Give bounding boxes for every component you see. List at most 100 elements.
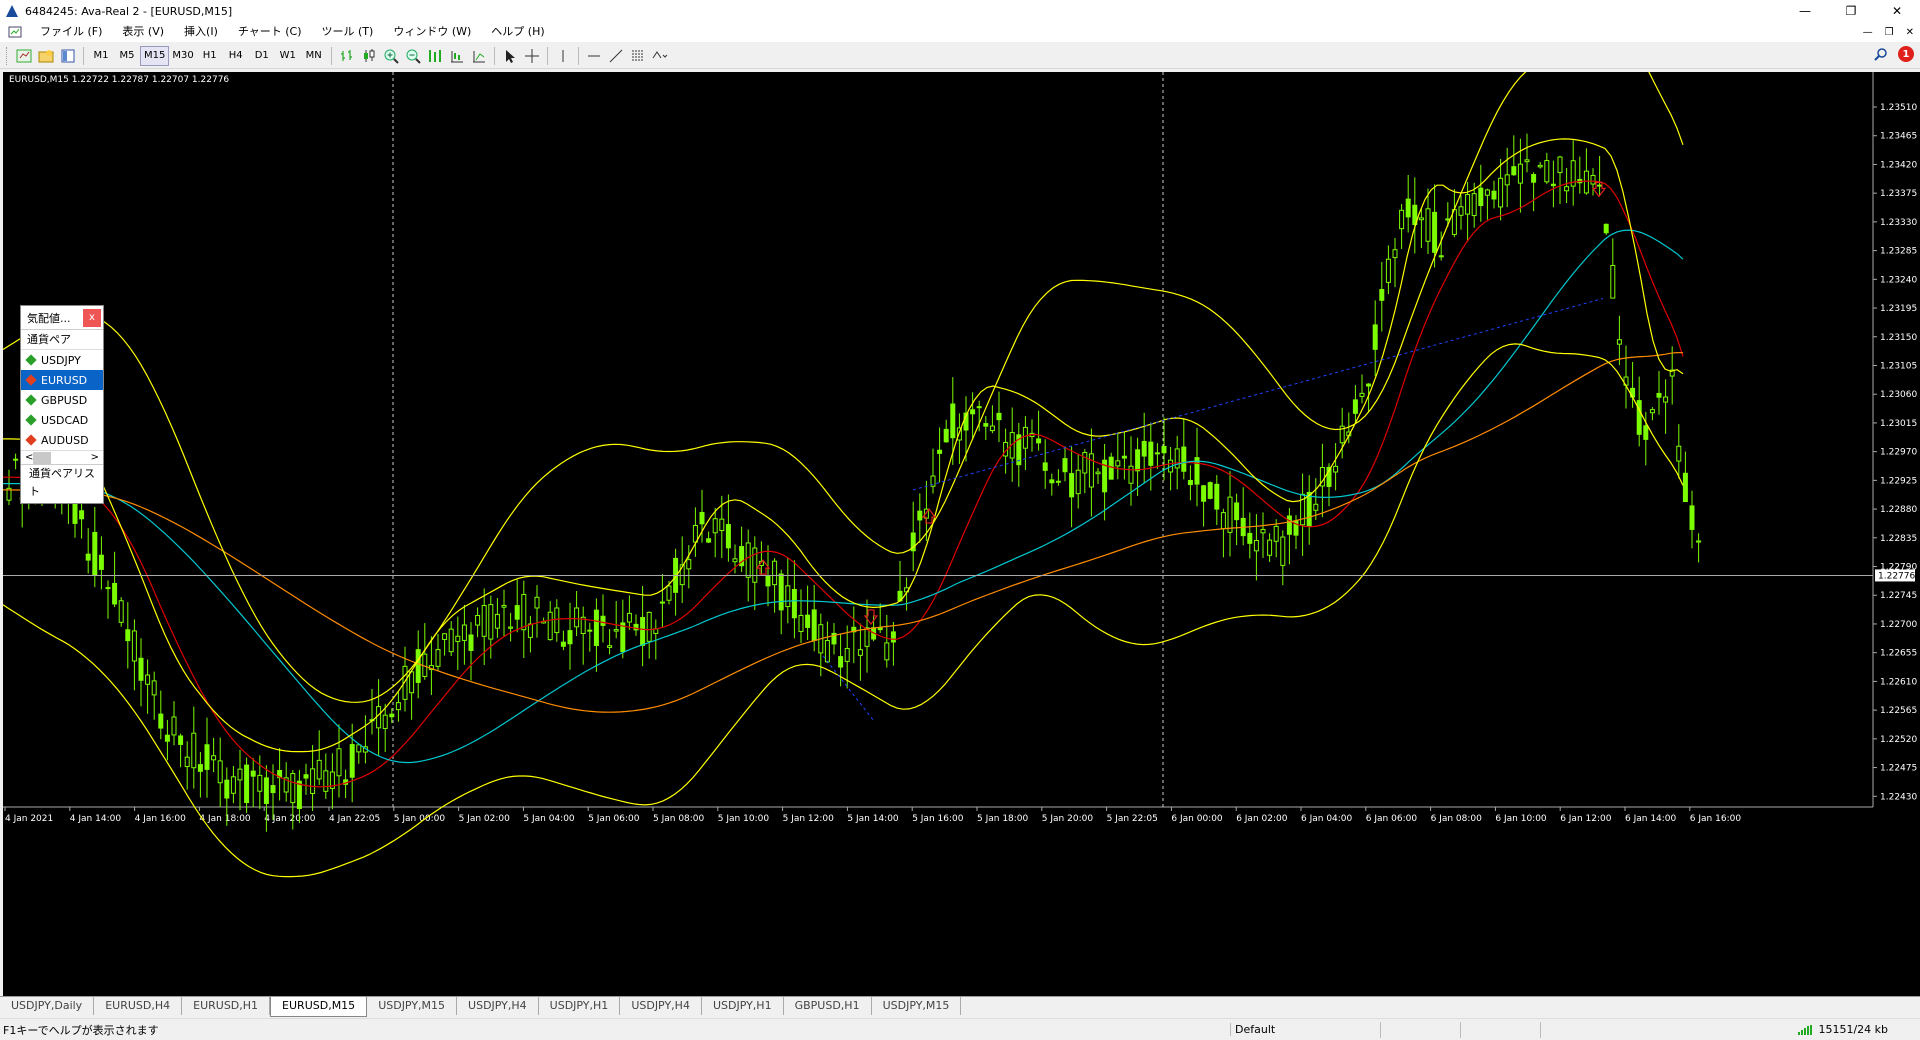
close-button[interactable]: ✕	[1874, 0, 1920, 22]
chart-tab[interactable]: USDJPY,M15	[367, 997, 458, 1015]
candle-body	[158, 713, 164, 729]
fibonacci-icon[interactable]	[627, 45, 649, 67]
market-watch-scrollbar[interactable]: < >	[21, 450, 103, 464]
candle-body	[1207, 482, 1213, 499]
toolbar-grip[interactable]	[6, 46, 9, 65]
price-label: 1.23195	[1880, 304, 1917, 314]
market-watch-row-usdcad[interactable]: USDCAD	[21, 410, 103, 430]
status-cell	[1540, 1021, 1620, 1038]
mdi-restore-button[interactable]: ❐	[1885, 27, 1894, 38]
time-label: 6 Jan 06:00	[1366, 814, 1418, 824]
chart-tab[interactable]: USDJPY,H4	[457, 997, 539, 1015]
chart-tab[interactable]: USDJPY,H1	[538, 997, 621, 1015]
mdi-minimize-button[interactable]: —	[1863, 27, 1873, 38]
chart-tab[interactable]: EURUSD,H1	[182, 997, 271, 1015]
price-chart[interactable]: 1.23510 1.23465 1.23420 1.23375 1.23330 1.232…	[3, 72, 1920, 996]
bar-chart-icon[interactable]	[336, 45, 358, 67]
horizontal-line-icon[interactable]	[583, 45, 605, 67]
connection-status[interactable]: 15151/24 kb	[1798, 1023, 1888, 1036]
candle-body	[1148, 441, 1154, 466]
candle-body	[1273, 525, 1279, 542]
moving-average-red-line	[3, 180, 1684, 788]
candle-body	[937, 449, 943, 454]
zoom-out-icon[interactable]	[402, 45, 424, 67]
market-watch-close-button[interactable]: x	[83, 308, 101, 327]
candle-body	[877, 627, 883, 631]
candle-body	[1181, 446, 1187, 472]
scroll-left-button[interactable]: <	[25, 452, 33, 463]
timeframe-button-w1[interactable]: W1	[275, 46, 301, 66]
menu-item[interactable]: ファイル (F)	[30, 22, 112, 42]
timeframe-button-m30[interactable]: M30	[169, 46, 196, 66]
cursor-icon[interactable]	[499, 45, 521, 67]
timeframe-button-d1[interactable]: D1	[249, 46, 275, 66]
symbol-status-icon	[25, 354, 37, 366]
new-chart-icon[interactable]	[13, 45, 35, 67]
candle-body	[1036, 438, 1042, 444]
menu-item[interactable]: チャート (C)	[228, 22, 312, 42]
status-profile[interactable]: Default	[1230, 1023, 1380, 1036]
candle-body	[547, 611, 553, 641]
candle-body	[798, 614, 804, 632]
candle-body	[785, 585, 791, 608]
candle-body	[92, 531, 98, 577]
timeframe-button-m1[interactable]: M1	[88, 46, 114, 66]
objects-dropdown-icon[interactable]	[649, 45, 671, 67]
market-watch-window[interactable]: 気配値... x 通貨ペア USDJPY EURUSD GBPUSD USDCAD AU…	[20, 305, 104, 504]
market-watch-column-header[interactable]: 通貨ペア	[21, 330, 103, 350]
timeframe-button-m5[interactable]: M5	[114, 46, 140, 66]
tile-windows-icon[interactable]	[424, 45, 446, 67]
candlestick-icon[interactable]	[358, 45, 380, 67]
profiles-icon[interactable]	[35, 45, 57, 67]
candle-body	[191, 732, 197, 769]
market-watch-row-usdjpy[interactable]: USDJPY	[21, 350, 103, 370]
status-help-text: F1キーでヘルプが表示されます	[3, 1023, 159, 1037]
search-icon[interactable]	[1874, 47, 1888, 61]
timeframe-button-m15[interactable]: M15	[140, 45, 170, 66]
candle-body	[1504, 174, 1510, 186]
time-label: 5 Jan 12:00	[783, 814, 835, 824]
chart-tab[interactable]: USDJPY,H4	[620, 997, 702, 1015]
timeframe-button-h1[interactable]: H1	[197, 46, 223, 66]
candle-body	[1022, 426, 1028, 449]
chart-tab[interactable]: EURUSD,M15	[270, 997, 368, 1017]
candle-body	[270, 785, 276, 794]
menu-item[interactable]: 挿入(I)	[174, 22, 228, 42]
candle-body	[105, 587, 111, 590]
market-watch-row-gbpusd[interactable]: GBPUSD	[21, 390, 103, 410]
chart-tab[interactable]: USDJPY,Daily	[0, 997, 95, 1015]
timeframe-button-h4[interactable]: H4	[223, 46, 249, 66]
chart-shift-icon[interactable]	[446, 45, 468, 67]
candle-body	[1253, 539, 1259, 552]
market-watch-icon[interactable]	[57, 45, 79, 67]
vertical-line-icon[interactable]	[552, 45, 574, 67]
candle-body	[296, 780, 302, 810]
market-watch-tab-symbols[interactable]: 通貨ペアリスト	[21, 464, 103, 498]
menu-item[interactable]: 表示 (V)	[112, 22, 174, 42]
autoscroll-icon[interactable]	[468, 45, 490, 67]
notification-badge[interactable]: 1	[1898, 46, 1914, 62]
crosshair-icon[interactable]	[521, 45, 543, 67]
minimize-button[interactable]: —	[1782, 0, 1828, 22]
menu-item[interactable]: ウィンドウ (W)	[383, 22, 481, 42]
candle-body	[943, 428, 949, 443]
candle-body	[1313, 503, 1319, 511]
timeframe-button-mn[interactable]: MN	[301, 46, 327, 66]
time-label: 5 Jan 04:00	[523, 814, 575, 824]
menu-item[interactable]: ヘルプ (H)	[481, 22, 554, 42]
market-watch-row-audusd[interactable]: AUDUSD	[21, 430, 103, 450]
zoom-in-icon[interactable]	[380, 45, 402, 67]
chart-tab[interactable]: USDJPY,M15	[871, 997, 962, 1015]
chart-tab[interactable]: GBPUSD,H1	[783, 997, 872, 1015]
restore-button[interactable]: ❐	[1828, 0, 1874, 22]
chart-tab[interactable]: USDJPY,H1	[701, 997, 784, 1015]
chart-area[interactable]: 1.23510 1.23465 1.23420 1.23375 1.23330 1.232…	[3, 72, 1920, 996]
trendline-icon[interactable]	[605, 45, 627, 67]
menu-item[interactable]: ツール (T)	[312, 22, 384, 42]
market-watch-row-eurusd[interactable]: EURUSD	[21, 370, 103, 390]
scroll-right-button[interactable]: >	[91, 452, 99, 463]
chart-tab[interactable]: EURUSD,H4	[94, 997, 183, 1015]
mdi-close-button[interactable]: ✕	[1906, 27, 1914, 38]
scroll-thumb[interactable]	[33, 451, 52, 464]
candle-body	[1597, 184, 1603, 187]
